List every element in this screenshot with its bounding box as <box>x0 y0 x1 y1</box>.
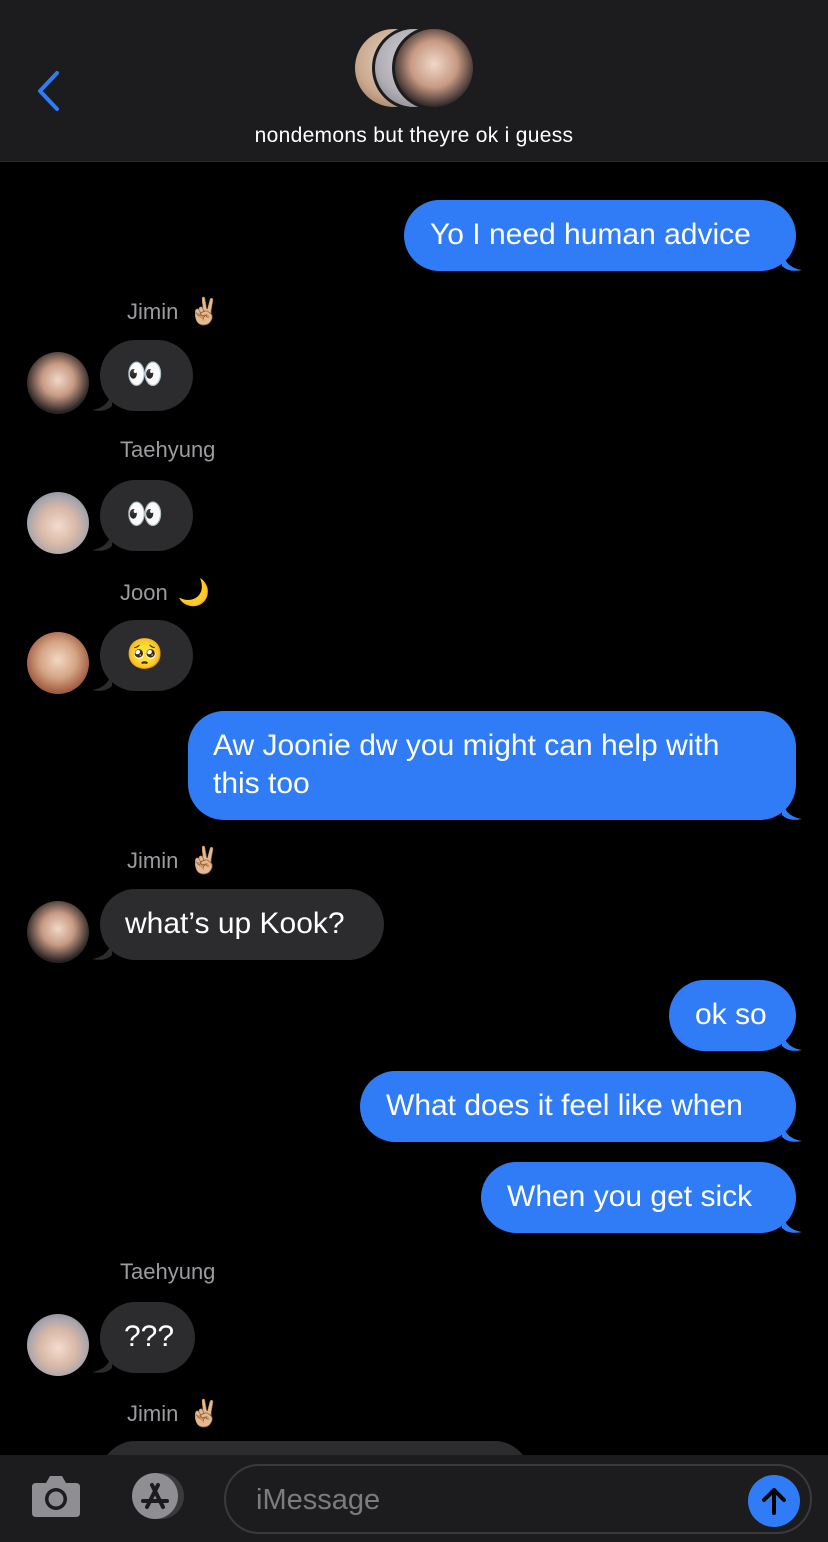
avatar[interactable] <box>27 352 89 414</box>
message-text: 👀 <box>126 498 164 531</box>
avatar[interactable] <box>27 632 89 694</box>
bubble-tail <box>92 670 112 691</box>
sender-name: Taehyung <box>120 1259 216 1284</box>
sender-name: Taehyung <box>120 437 216 462</box>
avatar[interactable] <box>27 492 89 554</box>
outgoing-message[interactable]: What does it feel like when <box>360 1071 796 1142</box>
bubble-tail <box>92 390 112 411</box>
message-text: Yo I need human advice <box>430 218 751 251</box>
bubble-tail <box>92 530 112 551</box>
sender-name: Joon 🌙 <box>120 577 211 607</box>
peace-sign-emoji: ✌🏼 <box>188 845 221 875</box>
bubble-tail <box>92 939 112 960</box>
bubble-tail <box>782 1121 802 1142</box>
message-text: When you get sick <box>507 1180 753 1213</box>
sender-name: Jimin ✌🏼 <box>127 1398 221 1428</box>
message-text-line: this too <box>213 767 310 800</box>
bubble-tail <box>782 1212 802 1233</box>
camera-icon <box>32 1476 80 1517</box>
app-store-icon <box>132 1473 184 1519</box>
message-composer-bar <box>0 1455 828 1542</box>
peace-sign-emoji: ✌🏼 <box>188 296 221 326</box>
group-avatar <box>392 26 476 110</box>
message-input[interactable] <box>256 1478 736 1522</box>
message-text-line: Aw Joonie dw you might can help with <box>213 729 720 762</box>
peace-sign-emoji: ✌🏼 <box>188 1398 221 1428</box>
back-chevron-icon <box>38 71 59 111</box>
outgoing-message[interactable]: Yo I need human advice <box>404 200 796 271</box>
message-text: What does it feel like when <box>386 1089 743 1122</box>
bubble-tail <box>782 799 802 820</box>
crescent-moon-emoji: 🌙 <box>177 577 211 607</box>
avatar[interactable] <box>27 1314 89 1376</box>
avatar[interactable] <box>27 901 89 963</box>
sender-name: Jimin ✌🏼 <box>127 845 221 875</box>
bubble-tail <box>782 250 802 271</box>
send-button[interactable] <box>748 1475 800 1527</box>
outgoing-message[interactable]: When you get sick <box>481 1162 796 1233</box>
incoming-message[interactable]: 🥺 <box>100 620 193 691</box>
group-avatar-stack[interactable] <box>352 26 478 112</box>
incoming-message[interactable]: ??? <box>100 1302 195 1373</box>
message-text: 👀 <box>126 358 164 391</box>
conversation-title[interactable]: nondemons but theyre ok i guess <box>0 124 828 148</box>
conversation-header: nondemons but theyre ok i guess <box>0 0 828 162</box>
sender-name: Jimin ✌🏼 <box>127 296 221 326</box>
message-text: ??? <box>124 1320 175 1353</box>
incoming-message[interactable]: 👀 <box>100 340 193 411</box>
camera-button[interactable] <box>30 1473 82 1519</box>
message-text: 🥺 <box>126 638 164 671</box>
message-text: what’s up Kook? <box>125 907 345 940</box>
send-arrow-icon <box>762 1488 786 1515</box>
incoming-message[interactable]: what’s up Kook? <box>100 889 384 960</box>
imessage-input-field[interactable] <box>224 1464 812 1534</box>
bubble-tail <box>782 1030 802 1051</box>
message-text: ok so <box>695 998 767 1031</box>
incoming-message[interactable]: 👀 <box>100 480 193 551</box>
outgoing-message[interactable]: ok so <box>669 980 796 1051</box>
bubble-tail <box>92 1352 112 1373</box>
outgoing-message[interactable]: Aw Joonie dw you might can help with thi… <box>188 711 796 820</box>
app-store-button[interactable] <box>125 1471 189 1521</box>
back-button[interactable] <box>30 66 66 116</box>
